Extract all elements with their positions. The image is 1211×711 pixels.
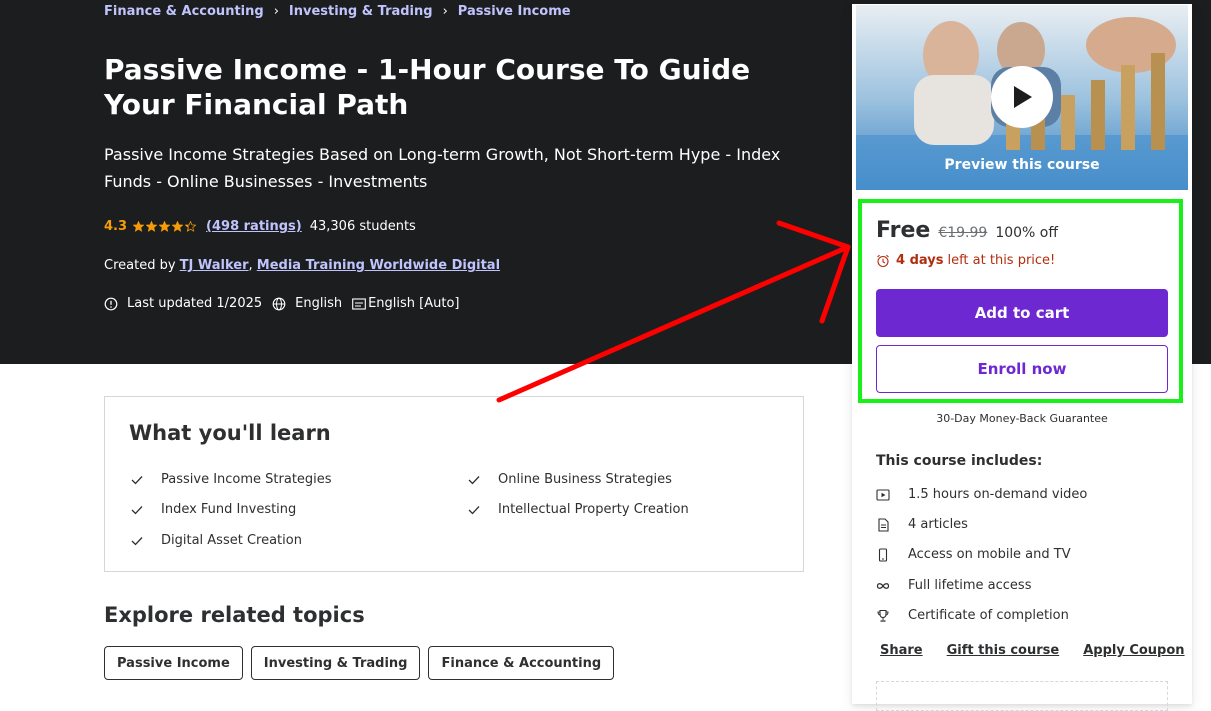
- annotation-arrow: [496, 220, 851, 403]
